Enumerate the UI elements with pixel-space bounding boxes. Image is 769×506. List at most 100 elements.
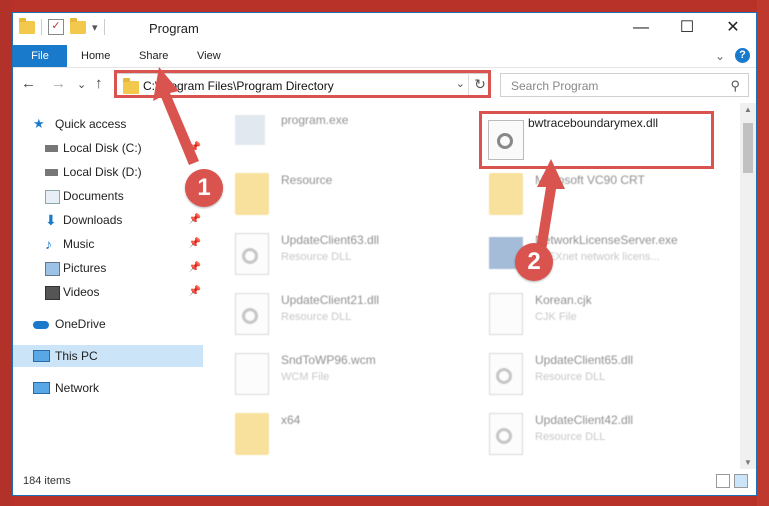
minimize-button[interactable]: —: [618, 13, 664, 43]
list-item[interactable]: UpdateClient63.dll Resource DLL: [219, 229, 459, 285]
scroll-thumb[interactable]: [743, 123, 753, 173]
sidebar-item-label: Documents: [63, 189, 124, 203]
list-item[interactable]: NetworkLicenseServer.exe FLEXnet network…: [473, 229, 713, 285]
pin-icon[interactable]: 📌: [189, 233, 201, 255]
up-button[interactable]: ↑: [95, 75, 103, 92]
sidebar-item-music[interactable]: ♪ Music 📌: [13, 233, 203, 255]
sidebar-item-label: This PC: [55, 349, 98, 363]
sidebar-item-onedrive[interactable]: OneDrive: [13, 313, 203, 335]
file-type: Resource DLL: [281, 311, 352, 323]
target-file-highlight[interactable]: bwtraceboundarymex.dll: [479, 111, 714, 169]
sidebar-item-videos[interactable]: Videos 📌: [13, 281, 203, 303]
file-name: UpdateClient65.dll: [535, 353, 634, 367]
divider: [103, 19, 105, 35]
back-button[interactable]: ←: [21, 75, 36, 92]
properties-icon[interactable]: ✓: [48, 19, 64, 35]
file-name: program.exe: [281, 113, 349, 127]
music-icon: ♪: [45, 236, 52, 252]
sidebar-item-this-pc[interactable]: This PC: [13, 345, 203, 367]
file-type: CJK File: [535, 311, 577, 323]
list-item[interactable]: Microsoft VC90 CRT: [473, 169, 713, 225]
list-item[interactable]: program.exe: [219, 109, 459, 165]
quick-access-toolbar: ✓ ▾: [19, 17, 105, 35]
search-box[interactable]: Search Program ⚲: [500, 73, 749, 97]
target-file-name[interactable]: bwtraceboundarymex.dll: [528, 116, 658, 130]
maximize-button[interactable]: ☐: [664, 13, 710, 43]
file-name: UpdateClient21.dll: [281, 293, 380, 307]
computer-icon: [33, 350, 50, 362]
search-icon[interactable]: ⚲: [730, 78, 740, 94]
file-name: Korean.cjk: [535, 293, 592, 307]
list-item[interactable]: x64: [219, 409, 459, 465]
expand-ribbon-icon[interactable]: ⌄: [715, 49, 725, 63]
pin-icon[interactable]: 📌: [189, 281, 201, 303]
list-item[interactable]: UpdateClient21.dll Resource DLL: [219, 289, 459, 345]
folder-icon: [235, 173, 269, 215]
tab-share[interactable]: Share: [139, 45, 168, 67]
sidebar-item-label: Pictures: [63, 261, 107, 275]
list-item[interactable]: UpdateClient65.dll Resource DLL: [473, 349, 713, 405]
pin-icon[interactable]: 📌: [189, 209, 201, 231]
list-item[interactable]: Resource: [219, 169, 459, 225]
dll-file-icon: [488, 120, 524, 160]
documents-icon: [45, 190, 60, 204]
tab-file[interactable]: File: [13, 45, 67, 67]
step1-badge: 1: [185, 169, 223, 207]
file-name: x64: [281, 413, 301, 427]
drive-icon: [45, 145, 58, 152]
search-input[interactable]: Search Program: [511, 79, 598, 93]
sidebar-item-label: Local Disk (C:): [63, 141, 142, 155]
sidebar-item-network[interactable]: Network: [13, 377, 203, 399]
star-icon: ★: [33, 116, 45, 131]
help-icon[interactable]: ?: [735, 48, 750, 63]
status-bar: 184 items: [13, 469, 756, 495]
list-item[interactable]: Korean.cjk CJK File: [473, 289, 713, 345]
dll-file-icon: [489, 413, 523, 455]
sidebar-item-pictures[interactable]: Pictures 📌: [13, 257, 203, 279]
dll-file-icon: [235, 233, 269, 275]
scroll-down-icon[interactable]: ▼: [740, 458, 756, 467]
divider: [41, 19, 42, 35]
forward-button[interactable]: →: [51, 75, 66, 92]
folder-icon[interactable]: [19, 17, 35, 34]
sidebar-item-downloads[interactable]: ⬇ Downloads 📌: [13, 209, 203, 231]
dll-file-icon: [235, 293, 269, 335]
new-folder-icon[interactable]: [70, 17, 86, 34]
item-count: 184 items: [23, 475, 71, 487]
scroll-up-icon[interactable]: ▲: [740, 105, 756, 114]
pin-icon[interactable]: 📌: [189, 257, 201, 279]
customize-qat-icon[interactable]: ▾: [92, 21, 98, 34]
window-title: Program: [149, 21, 199, 36]
list-item[interactable]: SndToWP96.wcm WCM File: [219, 349, 459, 405]
file-icon: [235, 353, 269, 395]
details-view-icon[interactable]: [716, 474, 730, 488]
sidebar-item-documents[interactable]: Documents 📌: [13, 185, 203, 207]
pictures-icon: [45, 262, 60, 276]
sidebar-item-label: Videos: [63, 285, 100, 299]
large-icons-view-icon[interactable]: [734, 474, 748, 488]
tab-home[interactable]: Home: [81, 45, 110, 67]
file-type: Resource DLL: [281, 251, 352, 263]
ribbon-tabs: File Home Share View ⌄ ?: [13, 45, 756, 68]
tab-view[interactable]: View: [197, 45, 221, 67]
sidebar-item-label: Quick access: [55, 117, 127, 131]
vertical-scrollbar[interactable]: ▲ ▼: [740, 103, 756, 469]
file-type: Resource DLL: [535, 371, 606, 383]
dll-file-icon: [489, 353, 523, 395]
sidebar-item-label: Network: [55, 381, 100, 395]
file-name: SndToWP96.wcm: [281, 353, 376, 367]
folder-icon: [235, 413, 269, 455]
file-name: UpdateClient63.dll: [281, 233, 380, 247]
file-name: UpdateClient42.dll: [535, 413, 634, 427]
network-icon: [33, 382, 50, 394]
file-icon: [489, 293, 523, 335]
list-item[interactable]: UpdateClient42.dll Resource DLL: [473, 409, 713, 465]
recent-locations-button[interactable]: ⌄: [77, 78, 86, 91]
cloud-icon: [33, 321, 49, 329]
file-type: WCM File: [281, 371, 330, 383]
sidebar-item-label: Local Disk (D:): [63, 165, 142, 179]
close-button[interactable]: ✕: [710, 13, 756, 43]
step2-badge: 2: [515, 243, 553, 281]
title-bar: ✓ ▾ Program — ☐ ✕: [13, 13, 756, 45]
drive-icon: [45, 169, 58, 176]
